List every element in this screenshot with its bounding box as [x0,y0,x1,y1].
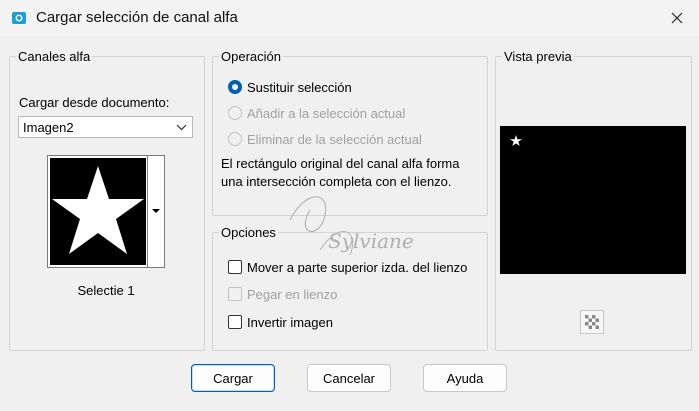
app-icon [12,12,26,24]
radio-label: Sustituir selección [247,79,352,95]
preview-legend: Vista previa [502,49,574,64]
options-legend: Opciones [219,225,278,240]
chevron-down-icon [176,124,187,131]
channel-thumbnail [50,158,146,265]
load-button[interactable]: Cargar [191,364,275,392]
preview-zoom-button[interactable] [580,310,604,334]
radio-button[interactable] [228,132,242,146]
document-select[interactable]: Imagen2 [18,116,193,138]
operation-legend: Operación [219,49,283,64]
checkbox-label: Mover a parte superior izda. del lienzo [247,259,468,275]
checkbox-invert-image[interactable]: Invertir imagen [228,313,333,331]
dropdown-arrow-icon[interactable] [149,204,163,218]
radio-button[interactable] [228,80,242,94]
checkerboard-icon [585,315,599,329]
channel-name: Selectie 1 [77,283,135,298]
checkbox-label: Pegar en lienzo [247,286,338,302]
channel-thumbnail-picker[interactable] [47,155,165,268]
radio-add-selection[interactable]: Añadir a la selección actual [228,104,405,122]
checkbox-label: Invertir imagen [247,314,333,330]
checkbox[interactable] [228,315,242,329]
help-button[interactable]: Ayuda [423,364,507,392]
document-select-value: Imagen2 [23,120,74,135]
radio-label: Añadir a la selección actual [247,105,406,121]
star-icon [52,166,144,254]
checkbox-paste-canvas[interactable]: Pegar en lienzo [228,285,337,303]
checkbox-move-top-left[interactable]: Mover a parte superior izda. del lienzo [228,258,467,276]
radio-remove-selection[interactable]: Eliminar de la selección actual [228,130,422,148]
star-icon [510,135,522,146]
radio-button[interactable] [228,106,242,120]
alpha-channels-legend: Canales alfa [16,49,93,64]
checkbox[interactable] [228,260,242,274]
radio-label: Eliminar de la selección actual [247,131,422,147]
load-from-label: Cargar desde documento: [19,95,170,110]
radio-replace-selection[interactable]: Sustituir selección [228,78,352,96]
preview-canvas [500,126,686,274]
close-icon [671,12,683,24]
close-button[interactable] [662,4,692,32]
cancel-button[interactable]: Cancelar [307,364,391,392]
checkbox[interactable] [228,287,242,301]
window-title: Cargar selección de canal alfa [36,9,238,26]
operation-note: El rectángulo original del canal alfa fo… [221,156,460,189]
title-bar: Cargar selección de canal alfa [0,0,699,36]
